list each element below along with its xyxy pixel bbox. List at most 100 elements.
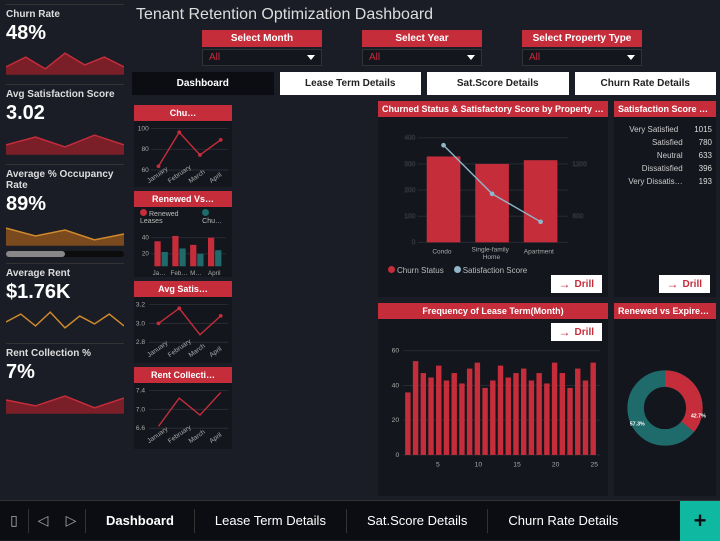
filter-head: Select Property Type <box>522 30 642 47</box>
svg-text:1200: 1200 <box>572 161 587 168</box>
next-page-icon[interactable]: ▷ <box>57 512 85 529</box>
hbar-label: Satisfied <box>618 138 683 147</box>
svg-text:600: 600 <box>572 213 583 220</box>
drill-button[interactable]: →Drill <box>551 275 602 293</box>
card-renew-donut: Renewed vs Expired Lease 42.7% 57.3% <box>614 303 716 496</box>
hbar-value: 1015 <box>694 125 712 134</box>
tab-dashboard[interactable]: Dashboard <box>132 72 274 95</box>
page-tabs: Dashboard Lease Term Details Sat.Score D… <box>132 72 716 95</box>
svg-text:April: April <box>208 431 223 445</box>
sparkline <box>6 47 124 75</box>
svg-text:Apartment: Apartment <box>524 249 554 256</box>
hbar-label: Neutral <box>618 151 683 160</box>
bottom-page-sat[interactable]: Sat.Score Details <box>347 513 487 528</box>
svg-text:M…: M… <box>190 270 201 277</box>
sparkline <box>6 386 124 414</box>
card-right-renew: Renewed Vs… Renewed Leases Chu… 40 20 <box>134 191 232 277</box>
chart-svg: 7.4 7.0 6.6 January February March April <box>134 383 232 449</box>
add-page-button[interactable]: + <box>680 501 720 541</box>
prev-page-icon[interactable]: ◁ <box>29 512 57 529</box>
filter-bar: Select Month All Select Year All Select … <box>132 30 716 66</box>
card-title: Chu… <box>134 105 232 121</box>
svg-text:300: 300 <box>404 161 415 168</box>
kpi-label: Avg Satisfaction Score <box>6 89 124 100</box>
kpi-value: 89% <box>6 193 124 216</box>
kpi-label: Average % Occupancy Rate <box>6 169 124 191</box>
kpi-label: Churn Rate <box>6 9 124 20</box>
drill-label: Drill <box>575 327 594 338</box>
hbar-value: 780 <box>699 138 712 147</box>
filter-head: Select Month <box>202 30 322 47</box>
card-title: Churned Status & Satisfactory Score by P… <box>378 101 608 117</box>
svg-text:40: 40 <box>142 235 149 242</box>
bottom-nav: ▯ ◁ ▷ Dashboard Lease Term Details Sat.S… <box>0 500 720 540</box>
kpi-value: $1.76K <box>6 281 124 304</box>
donut-chart: 42.7% 57.3% <box>618 333 712 483</box>
chart-svg: 100 80 60 January February March April <box>134 121 232 187</box>
card-body: 42.7% 57.3% <box>614 319 716 496</box>
svg-text:5: 5 <box>436 462 440 469</box>
svg-text:April: April <box>208 270 221 277</box>
card-title: Satisfaction Score by Tenant Survey Resp… <box>614 101 716 117</box>
svg-text:0: 0 <box>412 239 416 246</box>
hbar-label: Dissatisfied <box>618 164 683 173</box>
chart-grid: Churned Status & Satisfactory Score by P… <box>132 101 716 496</box>
card-body: 60 40 20 0 510152025 → Drill <box>378 319 608 496</box>
hbar-row: Neutral 633 <box>618 150 712 160</box>
tab-lease-term[interactable]: Lease Term Details <box>280 72 422 95</box>
hbar-label: Very Dissatis… <box>618 177 683 186</box>
svg-text:60: 60 <box>142 167 150 174</box>
chevron-down-icon <box>627 55 635 60</box>
kpi-value: 48% <box>6 22 124 45</box>
bottom-page-churn[interactable]: Churn Rate Details <box>488 513 638 528</box>
card-right-collection: Rent Collecti… 7.4 7.0 6.6 January Febru… <box>134 367 232 449</box>
filter-month: Select Month All <box>202 30 322 66</box>
svg-text:Single-familyHome: Single-familyHome <box>472 247 510 261</box>
device-icon[interactable]: ▯ <box>0 512 28 529</box>
kpi-sidebar: Churn Rate 48% Avg Satisfaction Score 3.… <box>0 0 130 500</box>
svg-text:2.8: 2.8 <box>136 339 145 346</box>
card-lease-freq: Frequency of Lease Term(Month) 60 40 20 … <box>378 303 608 496</box>
donut-label: 57.3% <box>630 421 645 427</box>
kpi-label: Rent Collection % <box>6 348 124 359</box>
ptype-select[interactable]: All <box>522 49 642 66</box>
card-title: Renewed vs Expired Lease <box>614 303 716 319</box>
svg-text:Feb…: Feb… <box>171 270 188 277</box>
legend-item: Satisfaction Score <box>463 266 527 275</box>
hbar-value: 633 <box>699 151 712 160</box>
kpi-value: 7% <box>6 361 124 384</box>
bottom-page-lease[interactable]: Lease Term Details <box>195 513 346 528</box>
drill-button[interactable]: → Drill <box>551 323 602 341</box>
select-value: All <box>529 52 540 63</box>
card-body: 400 300 200 100 0 1200 600 <box>378 117 608 297</box>
svg-text:April: April <box>208 345 223 359</box>
svg-text:100: 100 <box>404 213 415 220</box>
tab-sat-score[interactable]: Sat.Score Details <box>427 72 569 95</box>
bottom-page-dashboard[interactable]: Dashboard <box>86 513 194 528</box>
card-right-sat: Avg Satis… 3.2 3.0 2.8 January February … <box>134 281 232 363</box>
svg-text:January: January <box>146 165 170 185</box>
drill-button[interactable]: →Drill <box>659 275 710 293</box>
hbar-row: Very Satisfied1015 <box>618 124 712 134</box>
arrow-right-icon: → <box>559 325 571 339</box>
filter-head: Select Year <box>362 30 482 47</box>
scrollbar[interactable] <box>6 251 124 257</box>
svg-text:25: 25 <box>590 462 598 469</box>
year-select[interactable]: All <box>362 49 482 66</box>
card-title: Frequency of Lease Term(Month) <box>378 303 608 319</box>
chart-svg: 400 300 200 100 0 1200 600 <box>382 121 604 261</box>
select-value: All <box>209 52 220 63</box>
kpi-collection: Rent Collection % 7% <box>6 343 124 419</box>
chevron-down-icon <box>467 55 475 60</box>
svg-text:Condo: Condo <box>432 249 452 256</box>
arrow-right-icon: → <box>667 277 679 291</box>
card-right-churn: Chu… 100 80 60 January February March Ap… <box>134 105 232 187</box>
drill-label: Drill <box>575 279 594 290</box>
svg-text:100: 100 <box>138 125 149 132</box>
chart-svg: 60 40 20 0 510152025 <box>382 323 604 473</box>
hbar-row: Dissatisfied396 <box>618 163 712 173</box>
filter-year: Select Year All <box>362 30 482 66</box>
svg-text:400: 400 <box>404 135 415 142</box>
month-select[interactable]: All <box>202 49 322 66</box>
tab-churn-rate[interactable]: Churn Rate Details <box>575 72 717 95</box>
